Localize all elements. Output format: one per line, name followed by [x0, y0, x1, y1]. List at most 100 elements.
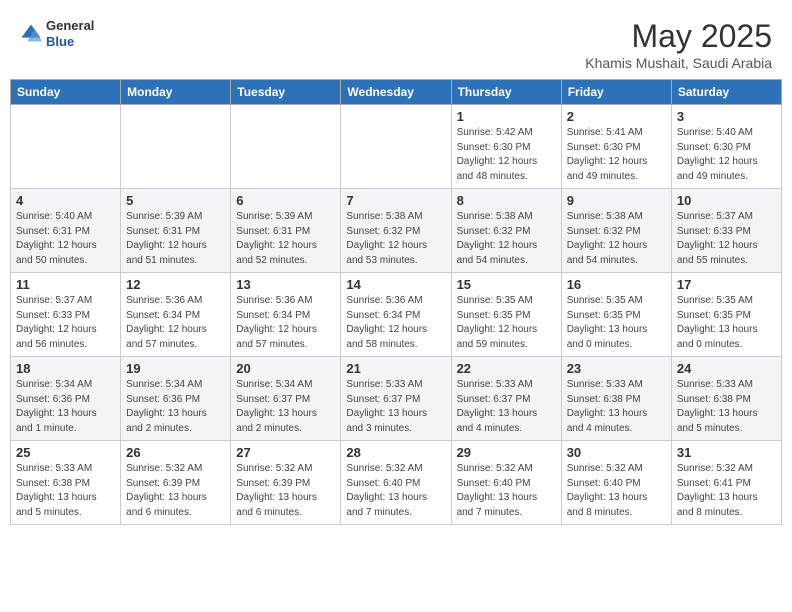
day-info: Sunrise: 5:40 AM Sunset: 6:30 PM Dayligh…	[677, 126, 776, 184]
day-number: 9	[567, 193, 666, 208]
day-number: 27	[236, 445, 335, 460]
title-block: May 2025 Khamis Mushait, Saudi Arabia	[585, 18, 772, 71]
day-number: 25	[16, 445, 115, 460]
weekday-header-row: SundayMondayTuesdayWednesdayThursdayFrid…	[11, 80, 782, 105]
day-number: 11	[16, 277, 115, 292]
day-info: Sunrise: 5:34 AM Sunset: 6:36 PM Dayligh…	[126, 378, 225, 436]
day-number: 12	[126, 277, 225, 292]
calendar-cell	[11, 105, 121, 189]
calendar-week-row: 25 Sunrise: 5:33 AM Sunset: 6:38 PM Dayli…	[11, 441, 782, 525]
logo-blue-text: Blue	[46, 34, 94, 50]
day-info: Sunrise: 5:39 AM Sunset: 6:31 PM Dayligh…	[236, 210, 335, 268]
day-number: 19	[126, 361, 225, 376]
day-info: Sunrise: 5:32 AM Sunset: 6:39 PM Dayligh…	[236, 462, 335, 520]
calendar-week-row: 4 Sunrise: 5:40 AM Sunset: 6:31 PM Daylig…	[11, 189, 782, 273]
day-number: 21	[346, 361, 445, 376]
day-number: 24	[677, 361, 776, 376]
calendar-week-row: 11Sunrise: 5:37 AM Sunset: 6:33 PM Dayli…	[11, 273, 782, 357]
calendar-cell: 6 Sunrise: 5:39 AM Sunset: 6:31 PM Daylig…	[231, 189, 341, 273]
day-info: Sunrise: 5:32 AM Sunset: 6:41 PM Dayligh…	[677, 462, 776, 520]
calendar-cell: 13 Sunrise: 5:36 AM Sunset: 6:34 PM Dayli…	[231, 273, 341, 357]
day-number: 14	[346, 277, 445, 292]
day-number: 2	[567, 109, 666, 124]
day-number: 28	[346, 445, 445, 460]
header-sunday: Sunday	[11, 80, 121, 105]
header-thursday: Thursday	[451, 80, 561, 105]
day-number: 1	[457, 109, 556, 124]
calendar-cell: 3 Sunrise: 5:40 AM Sunset: 6:30 PM Daylig…	[671, 105, 781, 189]
calendar-cell: 7 Sunrise: 5:38 AM Sunset: 6:32 PM Daylig…	[341, 189, 451, 273]
day-number: 15	[457, 277, 556, 292]
day-number: 3	[677, 109, 776, 124]
calendar-cell	[121, 105, 231, 189]
calendar-cell: 11Sunrise: 5:37 AM Sunset: 6:33 PM Dayli…	[11, 273, 121, 357]
calendar-cell: 26 Sunrise: 5:32 AM Sunset: 6:39 PM Dayli…	[121, 441, 231, 525]
calendar-table: SundayMondayTuesdayWednesdayThursdayFrid…	[10, 79, 782, 525]
day-info: Sunrise: 5:36 AM Sunset: 6:34 PM Dayligh…	[236, 294, 335, 352]
day-info: Sunrise: 5:35 AM Sunset: 6:35 PM Dayligh…	[457, 294, 556, 352]
day-number: 20	[236, 361, 335, 376]
day-info: Sunrise: 5:33 AM Sunset: 6:38 PM Dayligh…	[16, 462, 115, 520]
day-number: 23	[567, 361, 666, 376]
day-info: Sunrise: 5:36 AM Sunset: 6:34 PM Dayligh…	[346, 294, 445, 352]
calendar-cell: 24Sunrise: 5:33 AM Sunset: 6:38 PM Dayli…	[671, 357, 781, 441]
day-info: Sunrise: 5:37 AM Sunset: 6:33 PM Dayligh…	[677, 210, 776, 268]
month-title: May 2025	[585, 18, 772, 55]
calendar-cell: 8 Sunrise: 5:38 AM Sunset: 6:32 PM Daylig…	[451, 189, 561, 273]
day-info: Sunrise: 5:35 AM Sunset: 6:35 PM Dayligh…	[567, 294, 666, 352]
day-number: 5	[126, 193, 225, 208]
day-info: Sunrise: 5:40 AM Sunset: 6:31 PM Dayligh…	[16, 210, 115, 268]
logo-general-text: General	[46, 18, 94, 34]
calendar-week-row: 1Sunrise: 5:42 AM Sunset: 6:30 PM Daylig…	[11, 105, 782, 189]
day-info: Sunrise: 5:38 AM Sunset: 6:32 PM Dayligh…	[457, 210, 556, 268]
calendar-cell	[231, 105, 341, 189]
calendar-cell: 9 Sunrise: 5:38 AM Sunset: 6:32 PM Daylig…	[561, 189, 671, 273]
calendar-cell: 23 Sunrise: 5:33 AM Sunset: 6:38 PM Dayli…	[561, 357, 671, 441]
day-info: Sunrise: 5:33 AM Sunset: 6:37 PM Dayligh…	[457, 378, 556, 436]
calendar-cell: 18 Sunrise: 5:34 AM Sunset: 6:36 PM Dayli…	[11, 357, 121, 441]
day-number: 10	[677, 193, 776, 208]
calendar-cell: 27 Sunrise: 5:32 AM Sunset: 6:39 PM Dayli…	[231, 441, 341, 525]
calendar-cell: 21Sunrise: 5:33 AM Sunset: 6:37 PM Dayli…	[341, 357, 451, 441]
day-number: 31	[677, 445, 776, 460]
day-number: 4	[16, 193, 115, 208]
day-info: Sunrise: 5:32 AM Sunset: 6:40 PM Dayligh…	[346, 462, 445, 520]
calendar-cell: 14 Sunrise: 5:36 AM Sunset: 6:34 PM Dayli…	[341, 273, 451, 357]
day-number: 8	[457, 193, 556, 208]
page-header: General Blue May 2025 Khamis Mushait, Sa…	[10, 10, 782, 75]
calendar-cell: 22 Sunrise: 5:33 AM Sunset: 6:37 PM Dayli…	[451, 357, 561, 441]
calendar-cell: 31 Sunrise: 5:32 AM Sunset: 6:41 PM Dayli…	[671, 441, 781, 525]
day-number: 16	[567, 277, 666, 292]
calendar-cell: 17 Sunrise: 5:35 AM Sunset: 6:35 PM Dayli…	[671, 273, 781, 357]
day-info: Sunrise: 5:32 AM Sunset: 6:40 PM Dayligh…	[567, 462, 666, 520]
logo-icon	[20, 23, 42, 45]
header-wednesday: Wednesday	[341, 80, 451, 105]
day-number: 13	[236, 277, 335, 292]
day-info: Sunrise: 5:32 AM Sunset: 6:39 PM Dayligh…	[126, 462, 225, 520]
day-info: Sunrise: 5:38 AM Sunset: 6:32 PM Dayligh…	[346, 210, 445, 268]
day-number: 26	[126, 445, 225, 460]
calendar-cell: 16 Sunrise: 5:35 AM Sunset: 6:35 PM Dayli…	[561, 273, 671, 357]
header-tuesday: Tuesday	[231, 80, 341, 105]
calendar-cell: 20Sunrise: 5:34 AM Sunset: 6:37 PM Dayli…	[231, 357, 341, 441]
day-info: Sunrise: 5:35 AM Sunset: 6:35 PM Dayligh…	[677, 294, 776, 352]
calendar-cell: 1Sunrise: 5:42 AM Sunset: 6:30 PM Daylig…	[451, 105, 561, 189]
day-info: Sunrise: 5:33 AM Sunset: 6:38 PM Dayligh…	[567, 378, 666, 436]
day-info: Sunrise: 5:32 AM Sunset: 6:40 PM Dayligh…	[457, 462, 556, 520]
calendar-cell: 4 Sunrise: 5:40 AM Sunset: 6:31 PM Daylig…	[11, 189, 121, 273]
day-number: 7	[346, 193, 445, 208]
calendar-cell: 30Sunrise: 5:32 AM Sunset: 6:40 PM Dayli…	[561, 441, 671, 525]
day-number: 17	[677, 277, 776, 292]
calendar-cell	[341, 105, 451, 189]
logo: General Blue	[20, 18, 94, 49]
calendar-cell: 28 Sunrise: 5:32 AM Sunset: 6:40 PM Dayli…	[341, 441, 451, 525]
day-number: 22	[457, 361, 556, 376]
day-info: Sunrise: 5:34 AM Sunset: 6:36 PM Dayligh…	[16, 378, 115, 436]
calendar-cell: 15 Sunrise: 5:35 AM Sunset: 6:35 PM Dayli…	[451, 273, 561, 357]
calendar-cell: 19 Sunrise: 5:34 AM Sunset: 6:36 PM Dayli…	[121, 357, 231, 441]
calendar-cell: 12Sunrise: 5:36 AM Sunset: 6:34 PM Dayli…	[121, 273, 231, 357]
calendar-cell: 10 Sunrise: 5:37 AM Sunset: 6:33 PM Dayli…	[671, 189, 781, 273]
day-info: Sunrise: 5:38 AM Sunset: 6:32 PM Dayligh…	[567, 210, 666, 268]
day-number: 6	[236, 193, 335, 208]
day-number: 18	[16, 361, 115, 376]
